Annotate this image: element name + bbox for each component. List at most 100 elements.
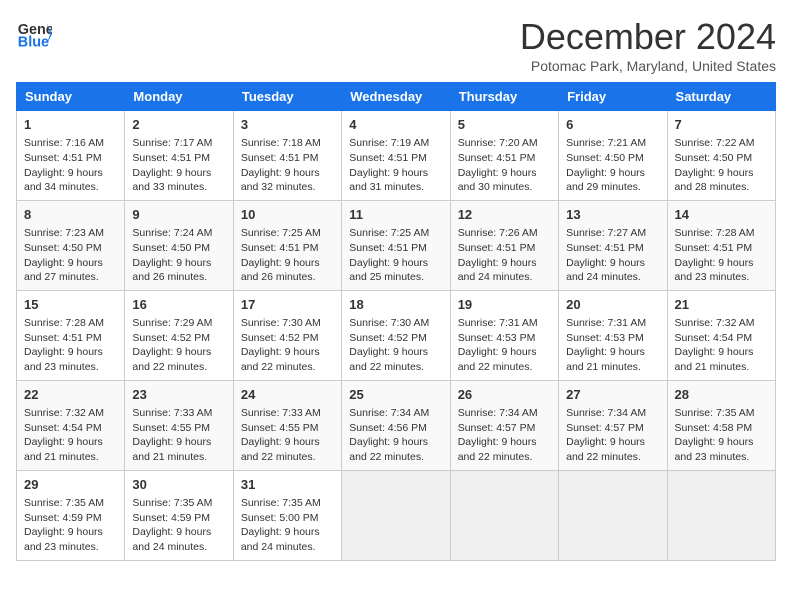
day-number: 14	[675, 206, 768, 224]
calendar-cell-4-6	[667, 470, 775, 560]
calendar-cell-1-5: 13 Sunrise: 7:27 AM Sunset: 4:51 PM Dayli…	[559, 200, 667, 290]
day-info: Sunrise: 7:31 AM Sunset: 4:53 PM Dayligh…	[566, 316, 659, 375]
day-number: 15	[24, 296, 117, 314]
day-number: 19	[458, 296, 551, 314]
calendar-cell-2-6: 21 Sunrise: 7:32 AM Sunset: 4:54 PM Dayli…	[667, 290, 775, 380]
calendar-cell-1-2: 10 Sunrise: 7:25 AM Sunset: 4:51 PM Dayli…	[233, 200, 341, 290]
day-number: 4	[349, 116, 442, 134]
day-info: Sunrise: 7:30 AM Sunset: 4:52 PM Dayligh…	[241, 316, 334, 375]
calendar-cell-3-1: 23 Sunrise: 7:33 AM Sunset: 4:55 PM Dayli…	[125, 380, 233, 470]
calendar-cell-4-1: 30 Sunrise: 7:35 AM Sunset: 4:59 PM Dayli…	[125, 470, 233, 560]
day-info: Sunrise: 7:25 AM Sunset: 4:51 PM Dayligh…	[349, 226, 442, 285]
day-number: 7	[675, 116, 768, 134]
day-info: Sunrise: 7:32 AM Sunset: 4:54 PM Dayligh…	[675, 316, 768, 375]
day-number: 24	[241, 386, 334, 404]
day-info: Sunrise: 7:24 AM Sunset: 4:50 PM Dayligh…	[132, 226, 225, 285]
calendar-cell-4-3	[342, 470, 450, 560]
calendar-cell-1-0: 8Sunrise: 7:23 AM Sunset: 4:50 PM Daylig…	[17, 200, 125, 290]
logo-icon: General Blue	[16, 16, 52, 52]
calendar-table: Sunday Monday Tuesday Wednesday Thursday…	[16, 82, 776, 561]
day-number: 2	[132, 116, 225, 134]
title-block: December 2024 Potomac Park, Maryland, Un…	[520, 16, 776, 74]
day-number: 23	[132, 386, 225, 404]
day-info: Sunrise: 7:19 AM Sunset: 4:51 PM Dayligh…	[349, 136, 442, 195]
calendar-cell-3-4: 26 Sunrise: 7:34 AM Sunset: 4:57 PM Dayli…	[450, 380, 558, 470]
day-info: Sunrise: 7:35 AM Sunset: 5:00 PM Dayligh…	[241, 496, 334, 555]
day-info: Sunrise: 7:28 AM Sunset: 4:51 PM Dayligh…	[24, 316, 117, 375]
day-info: Sunrise: 7:21 AM Sunset: 4:50 PM Dayligh…	[566, 136, 659, 195]
week-row-3: 15 Sunrise: 7:28 AM Sunset: 4:51 PM Dayli…	[17, 290, 776, 380]
calendar-cell-0-4: 5Sunrise: 7:20 AM Sunset: 4:51 PM Daylig…	[450, 111, 558, 201]
day-info: Sunrise: 7:35 AM Sunset: 4:59 PM Dayligh…	[132, 496, 225, 555]
calendar-cell-3-5: 27Sunrise: 7:34 AM Sunset: 4:57 PM Dayli…	[559, 380, 667, 470]
day-number: 13	[566, 206, 659, 224]
day-number: 20	[566, 296, 659, 314]
day-number: 17	[241, 296, 334, 314]
calendar-cell-1-1: 9Sunrise: 7:24 AM Sunset: 4:50 PM Daylig…	[125, 200, 233, 290]
day-number: 1	[24, 116, 117, 134]
calendar-cell-1-3: 11Sunrise: 7:25 AM Sunset: 4:51 PM Dayli…	[342, 200, 450, 290]
header-thursday: Thursday	[450, 83, 558, 111]
header: General Blue December 2024 Potomac Park,…	[16, 16, 776, 74]
day-info: Sunrise: 7:22 AM Sunset: 4:50 PM Dayligh…	[675, 136, 768, 195]
calendar-cell-4-2: 31 Sunrise: 7:35 AM Sunset: 5:00 PM Dayli…	[233, 470, 341, 560]
day-info: Sunrise: 7:28 AM Sunset: 4:51 PM Dayligh…	[675, 226, 768, 285]
day-number: 18	[349, 296, 442, 314]
calendar-cell-3-6: 28Sunrise: 7:35 AM Sunset: 4:58 PM Dayli…	[667, 380, 775, 470]
header-tuesday: Tuesday	[233, 83, 341, 111]
calendar-cell-0-3: 4 Sunrise: 7:19 AM Sunset: 4:51 PM Daylig…	[342, 111, 450, 201]
day-info: Sunrise: 7:26 AM Sunset: 4:51 PM Dayligh…	[458, 226, 551, 285]
day-info: Sunrise: 7:18 AM Sunset: 4:51 PM Dayligh…	[241, 136, 334, 195]
day-number: 31	[241, 476, 334, 494]
month-title: December 2024	[520, 16, 776, 58]
calendar-cell-2-3: 18Sunrise: 7:30 AM Sunset: 4:52 PM Dayli…	[342, 290, 450, 380]
day-info: Sunrise: 7:17 AM Sunset: 4:51 PM Dayligh…	[132, 136, 225, 195]
day-number: 6	[566, 116, 659, 134]
day-info: Sunrise: 7:32 AM Sunset: 4:54 PM Dayligh…	[24, 406, 117, 465]
day-number: 26	[458, 386, 551, 404]
calendar-cell-2-4: 19Sunrise: 7:31 AM Sunset: 4:53 PM Dayli…	[450, 290, 558, 380]
day-number: 8	[24, 206, 117, 224]
header-monday: Monday	[125, 83, 233, 111]
day-number: 22	[24, 386, 117, 404]
day-number: 25	[349, 386, 442, 404]
day-number: 3	[241, 116, 334, 134]
week-row-4: 22 Sunrise: 7:32 AM Sunset: 4:54 PM Dayli…	[17, 380, 776, 470]
calendar-cell-4-0: 29 Sunrise: 7:35 AM Sunset: 4:59 PM Dayli…	[17, 470, 125, 560]
calendar-cell-0-1: 2 Sunrise: 7:17 AM Sunset: 4:51 PM Daylig…	[125, 111, 233, 201]
calendar-cell-3-3: 25 Sunrise: 7:34 AM Sunset: 4:56 PM Dayli…	[342, 380, 450, 470]
calendar-cell-2-2: 17 Sunrise: 7:30 AM Sunset: 4:52 PM Dayli…	[233, 290, 341, 380]
svg-text:Blue: Blue	[18, 35, 49, 51]
location-title: Potomac Park, Maryland, United States	[520, 58, 776, 74]
day-number: 30	[132, 476, 225, 494]
calendar-cell-0-5: 6 Sunrise: 7:21 AM Sunset: 4:50 PM Daylig…	[559, 111, 667, 201]
day-number: 28	[675, 386, 768, 404]
week-row-2: 8Sunrise: 7:23 AM Sunset: 4:50 PM Daylig…	[17, 200, 776, 290]
header-sunday: Sunday	[17, 83, 125, 111]
day-info: Sunrise: 7:35 AM Sunset: 4:59 PM Dayligh…	[24, 496, 117, 555]
day-info: Sunrise: 7:34 AM Sunset: 4:57 PM Dayligh…	[566, 406, 659, 465]
day-number: 21	[675, 296, 768, 314]
day-info: Sunrise: 7:20 AM Sunset: 4:51 PM Dayligh…	[458, 136, 551, 195]
day-info: Sunrise: 7:27 AM Sunset: 4:51 PM Dayligh…	[566, 226, 659, 285]
header-saturday: Saturday	[667, 83, 775, 111]
day-info: Sunrise: 7:34 AM Sunset: 4:57 PM Dayligh…	[458, 406, 551, 465]
header-friday: Friday	[559, 83, 667, 111]
page-container: General Blue December 2024 Potomac Park,…	[16, 16, 776, 561]
calendar-cell-2-0: 15 Sunrise: 7:28 AM Sunset: 4:51 PM Dayli…	[17, 290, 125, 380]
calendar-cell-0-0: 1Sunrise: 7:16 AM Sunset: 4:51 PM Daylig…	[17, 111, 125, 201]
day-info: Sunrise: 7:34 AM Sunset: 4:56 PM Dayligh…	[349, 406, 442, 465]
day-info: Sunrise: 7:29 AM Sunset: 4:52 PM Dayligh…	[132, 316, 225, 375]
day-info: Sunrise: 7:33 AM Sunset: 4:55 PM Dayligh…	[132, 406, 225, 465]
calendar-cell-4-5	[559, 470, 667, 560]
day-info: Sunrise: 7:25 AM Sunset: 4:51 PM Dayligh…	[241, 226, 334, 285]
header-wednesday: Wednesday	[342, 83, 450, 111]
calendar-cell-0-2: 3 Sunrise: 7:18 AM Sunset: 4:51 PM Daylig…	[233, 111, 341, 201]
week-row-1: 1Sunrise: 7:16 AM Sunset: 4:51 PM Daylig…	[17, 111, 776, 201]
day-number: 29	[24, 476, 117, 494]
day-number: 16	[132, 296, 225, 314]
calendar-cell-2-1: 16 Sunrise: 7:29 AM Sunset: 4:52 PM Dayli…	[125, 290, 233, 380]
logo: General Blue	[16, 16, 52, 52]
day-number: 10	[241, 206, 334, 224]
calendar-cell-1-4: 12Sunrise: 7:26 AM Sunset: 4:51 PM Dayli…	[450, 200, 558, 290]
